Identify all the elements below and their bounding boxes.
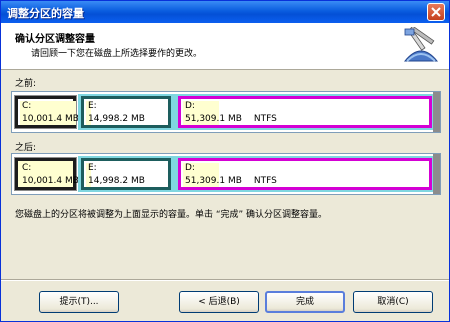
partition-name: D: xyxy=(185,101,195,111)
partition-e-before[interactable]: E: 14,998.2 MB xyxy=(81,96,171,128)
disk-map-edge xyxy=(433,154,440,194)
cancel-button[interactable]: 取消(C) xyxy=(353,291,433,313)
after-label: 之后: xyxy=(15,143,37,153)
partition-size: 10,001.4 MB xyxy=(22,114,79,124)
partition-size: 51,309.1 MB xyxy=(185,176,242,186)
header-title: 确认分区调整容量 xyxy=(15,34,95,45)
partition-e-after[interactable]: E: 14,998.2 MB xyxy=(81,158,171,190)
partition-size: 14,998.2 MB xyxy=(88,114,145,124)
title-bar[interactable]: 调整分区的容量 xyxy=(1,1,449,23)
partition-size: 14,998.2 MB xyxy=(88,176,145,186)
partition-name: E: xyxy=(88,101,97,111)
confirmation-note: 您磁盘上的分区将被调整为上面显示的容量。单击 “完成” 确认分区调整容量。 xyxy=(15,210,328,220)
partition-size-fs: 51,309.1 MB NTFS xyxy=(185,176,277,186)
disk-map-after: C: 10,001.4 MB E: 14,998.2 MB D: 51,309.… xyxy=(11,153,441,195)
partition-filesystem: NTFS xyxy=(253,114,277,124)
disk-map-edge xyxy=(433,92,440,132)
partition-name: C: xyxy=(22,163,32,173)
partition-name: E: xyxy=(88,163,97,173)
hints-button[interactable]: 提示(T)... xyxy=(39,291,119,313)
partition-size: 10,001.4 MB xyxy=(22,176,79,186)
partition-c-after[interactable]: C: 10,001.4 MB xyxy=(14,157,79,191)
partition-size-fs: 51,309.1 MB NTFS xyxy=(185,114,277,124)
finish-button[interactable]: 完成 xyxy=(265,291,345,313)
close-button[interactable] xyxy=(427,3,445,21)
partition-name: C: xyxy=(22,101,32,111)
partition-d-before[interactable]: D: 51,309.1 MB NTFS xyxy=(178,96,432,128)
disk-map-before: C: 10,001.4 MB E: 14,998.2 MB D: 51,309.… xyxy=(11,91,441,133)
partition-c-before[interactable]: C: 10,001.4 MB xyxy=(14,95,79,129)
partition-d-after[interactable]: D: 51,309.1 MB NTFS xyxy=(178,158,432,190)
resize-partition-dialog: 调整分区的容量 确认分区调整容量 请回顾一下您在磁盘上所选择要作的更改。 之前:… xyxy=(0,0,450,322)
footer-divider xyxy=(1,279,449,281)
wizard-header: 确认分区调整容量 请回顾一下您在磁盘上所选择要作的更改。 xyxy=(1,23,449,70)
partition-filesystem: NTFS xyxy=(253,176,277,186)
window-title: 调整分区的容量 xyxy=(7,7,84,20)
before-label: 之前: xyxy=(15,79,37,89)
header-subtitle: 请回顾一下您在磁盘上所选择要作的更改。 xyxy=(31,49,203,59)
resize-tools-icon xyxy=(403,27,439,62)
partition-size: 51,309.1 MB xyxy=(185,114,242,124)
partition-name: D: xyxy=(185,163,195,173)
back-button[interactable]: < 后退(B) xyxy=(179,291,259,313)
close-icon xyxy=(431,7,441,17)
